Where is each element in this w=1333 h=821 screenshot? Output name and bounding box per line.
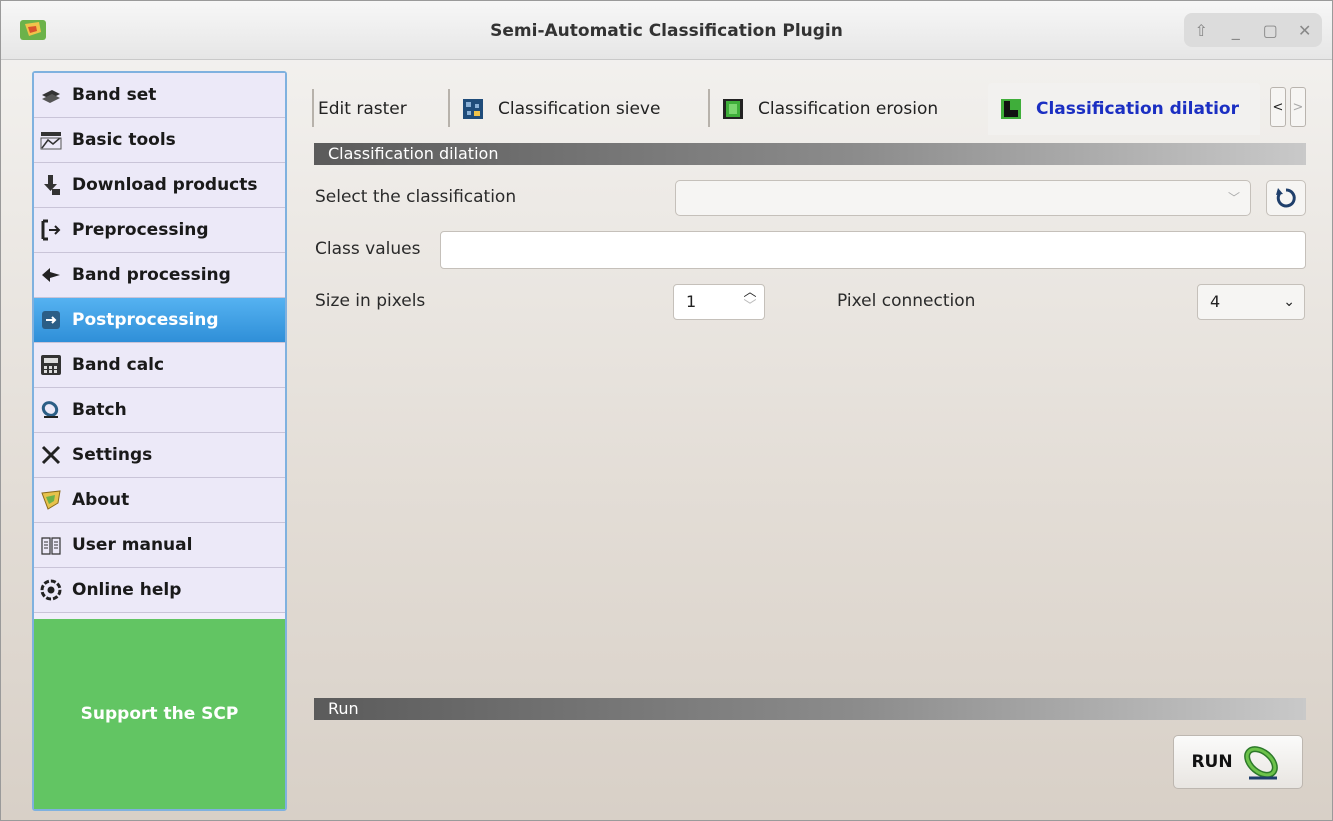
tab-classification-dilation[interactable]: Classification dilatior	[988, 83, 1260, 135]
keep-above-icon[interactable]: ⇧	[1188, 21, 1214, 40]
classification-dilation-icon	[1001, 99, 1021, 119]
chevron-down-icon: ﹀	[1227, 191, 1240, 205]
chevron-right-icon: >	[1292, 99, 1304, 115]
tab-separator	[708, 89, 710, 127]
title-bar: Semi-Automatic Classification Plugin ⇧ _…	[1, 1, 1332, 60]
tab-label: Classification erosion	[758, 99, 939, 119]
sidebar-item-label: Preprocessing	[72, 220, 209, 240]
refresh-button[interactable]	[1266, 180, 1306, 216]
sidebar-item-preprocessing[interactable]: Preprocessing	[34, 208, 285, 253]
postprocessing-icon	[40, 309, 62, 331]
basic-tools-icon	[40, 129, 62, 151]
tab-edit-raster[interactable]: Edit raster	[318, 83, 448, 135]
sidebar-item-batch[interactable]: Batch	[34, 388, 285, 433]
sidebar-item-label: Settings	[72, 445, 153, 465]
sidebar-item-postprocessing[interactable]: Postprocessing	[34, 298, 285, 343]
class-values-label: Class values	[315, 239, 421, 259]
size-value: 1	[686, 292, 697, 311]
plugin-window: Semi-Automatic Classification Plugin ⇧ _…	[0, 0, 1333, 821]
sidebar-item-label: Download products	[72, 175, 258, 195]
tab-separator	[312, 89, 314, 127]
tab-label: Classification dilatior	[1036, 99, 1239, 119]
user-manual-icon	[40, 534, 62, 556]
tab-classification-erosion[interactable]: Classification erosion	[722, 83, 984, 135]
sidebar-item-label: Batch	[72, 400, 127, 420]
minimize-icon[interactable]: _	[1223, 21, 1249, 40]
pixel-connection-value: 4	[1210, 292, 1221, 311]
chevron-left-icon: <	[1272, 99, 1284, 115]
size-in-pixels-spinbox[interactable]: 1 ︿ ﹀	[673, 284, 765, 320]
sidebar-item-label: About	[72, 490, 130, 510]
preprocessing-icon	[40, 219, 62, 241]
download-icon	[40, 174, 62, 196]
run-section-header: Run	[314, 698, 1306, 720]
sidebar-item-label: Band calc	[72, 355, 165, 375]
band-calc-icon	[40, 354, 62, 376]
tab-classification-sieve[interactable]: Classification sieve	[462, 83, 712, 135]
classification-erosion-icon	[723, 99, 743, 119]
close-icon[interactable]: ✕	[1292, 21, 1318, 40]
sidebar-item-label: Online help	[72, 580, 182, 600]
about-icon	[40, 489, 62, 511]
sidebar-item-label: Band set	[72, 85, 157, 105]
support-scp-button[interactable]: Support the SCP	[34, 619, 285, 809]
sidebar-item-label: Postprocessing	[72, 310, 219, 330]
sidebar-item-user-manual[interactable]: User manual	[34, 523, 285, 568]
section-header: Classification dilation	[314, 143, 1306, 165]
pixel-connection-select[interactable]: 4 ⌄	[1197, 284, 1305, 320]
sidebar: Band set Basic tools Download products P…	[32, 71, 287, 811]
sidebar-item-settings[interactable]: Settings	[34, 433, 285, 478]
support-label: Support the SCP	[80, 704, 239, 724]
spin-arrows[interactable]: ︿ ﹀	[742, 286, 758, 314]
sidebar-item-label: Basic tools	[72, 130, 176, 150]
spin-down-icon[interactable]: ﹀	[742, 300, 758, 314]
sidebar-item-label: User manual	[72, 535, 193, 555]
sidebar-item-band-set[interactable]: Band set	[34, 73, 285, 118]
run-label: RUN	[1191, 752, 1233, 772]
sidebar-item-basic-tools[interactable]: Basic tools	[34, 118, 285, 163]
window-controls: ⇧ _ ▢ ✕	[1184, 13, 1322, 47]
classification-select[interactable]: ﹀	[675, 180, 1251, 216]
sidebar-item-online-help[interactable]: Online help	[34, 568, 285, 613]
spin-up-icon[interactable]: ︿	[742, 286, 758, 300]
pixel-connection-label: Pixel connection	[837, 291, 976, 311]
sidebar-item-about[interactable]: About	[34, 478, 285, 523]
tab-label: Edit raster	[318, 99, 407, 119]
select-classification-label: Select the classification	[315, 187, 517, 207]
sidebar-item-download-products[interactable]: Download products	[34, 163, 285, 208]
tab-scroll-left-button[interactable]: <	[1270, 87, 1286, 127]
run-icon	[1243, 746, 1278, 780]
batch-icon	[40, 399, 62, 421]
band-set-icon	[40, 84, 62, 106]
tab-label: Classification sieve	[498, 99, 661, 119]
online-help-icon	[40, 579, 62, 601]
settings-icon	[40, 444, 62, 466]
band-processing-icon	[40, 264, 62, 286]
refresh-icon	[1276, 188, 1296, 208]
tab-separator	[448, 89, 450, 127]
sidebar-item-band-calc[interactable]: Band calc	[34, 343, 285, 388]
chevron-down-icon: ⌄	[1283, 294, 1295, 310]
maximize-icon[interactable]: ▢	[1257, 21, 1283, 40]
run-button[interactable]: RUN	[1173, 735, 1303, 789]
tab-scroll-right-button[interactable]: >	[1290, 87, 1306, 127]
window-title: Semi-Automatic Classification Plugin	[490, 21, 843, 41]
tab-bar: Edit raster Classification sieve Classif…	[304, 83, 1314, 135]
size-in-pixels-label: Size in pixels	[315, 291, 426, 311]
classification-sieve-icon	[463, 99, 483, 119]
class-values-input[interactable]	[440, 231, 1306, 269]
sidebar-item-label: Band processing	[72, 265, 231, 285]
sidebar-item-band-processing[interactable]: Band processing	[34, 253, 285, 298]
